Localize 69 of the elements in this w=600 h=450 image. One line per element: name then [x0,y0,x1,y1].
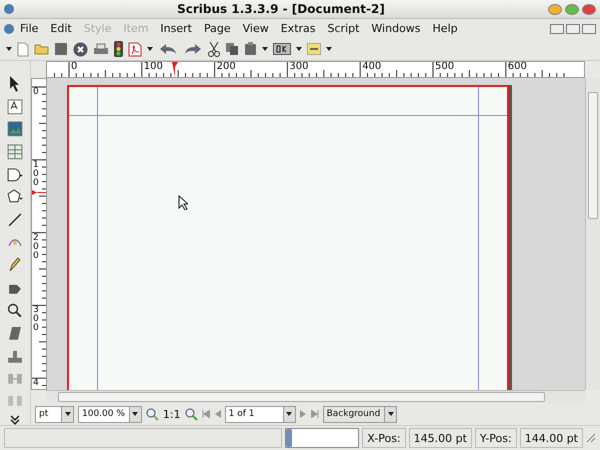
caret-icon[interactable] [262,47,268,51]
x-position-label: X-Pos: [362,428,406,448]
caret-icon [286,412,292,416]
menu-item[interactable]: Script [322,22,366,35]
y-position-value: 144.00 pt [520,428,583,448]
close-icon[interactable] [73,42,88,56]
pdf-icon[interactable] [128,42,142,56]
minimize-button[interactable] [550,24,564,34]
scrollbar-thumb[interactable] [588,92,598,219]
table-icon[interactable] [6,143,24,161]
copy-icon[interactable] [225,42,239,56]
chevron-icon[interactable] [10,415,20,425]
new-document-icon[interactable] [17,42,29,56]
shape-icon[interactable] [6,166,24,184]
folder-icon[interactable] [34,43,49,55]
marker-icon [172,62,178,77]
window-title: Scribus 1.3.3.9 - [Document-2] [177,2,385,16]
actual-size-button[interactable]: 1:1 [162,408,181,420]
ruler-label: 0 [33,88,40,97]
caret-icon[interactable] [326,47,332,51]
close-button[interactable] [582,24,596,34]
menu-item[interactable]: Windows [365,22,427,35]
menu-item[interactable]: Extras [274,22,322,35]
image-frame-icon[interactable] [6,120,24,138]
save-icon[interactable] [54,42,68,56]
undo-icon[interactable] [158,43,178,55]
redo-icon[interactable] [183,43,203,55]
scrollbar[interactable] [46,390,585,403]
scissors-icon[interactable] [208,41,220,57]
ruler-label: 100 [33,160,40,188]
minimize-button[interactable] [548,4,562,14]
menu-item[interactable]: Insert [154,22,198,35]
restore-button[interactable] [566,24,580,34]
caret-icon[interactable] [296,47,302,51]
caret-icon [388,412,394,416]
zoom-in-icon[interactable] [184,408,198,420]
menu-item[interactable]: View [236,22,275,35]
line-icon[interactable] [6,211,24,229]
ruler-label: 4 [33,379,40,388]
resize-grip-icon [586,433,596,443]
ruler-label: 300 [33,306,40,334]
zoom-icon[interactable] [6,302,24,320]
menu-item[interactable]: Help [426,22,464,35]
clipboard-icon[interactable] [244,42,257,56]
traffic-light-icon[interactable] [114,41,123,57]
menu-item[interactable]: Edit [44,22,78,35]
x-position-value: 145.00 pt [408,428,472,448]
unit-dropdown[interactable]: pt [35,406,74,422]
scrollbar[interactable] [585,78,600,390]
page-dropdown[interactable]: 1 of 1 [224,406,296,422]
caret-icon[interactable] [6,47,12,51]
zoom-out-icon[interactable] [146,408,159,420]
caret-icon[interactable] [147,47,153,51]
scrollbar-thumb[interactable] [58,392,545,402]
caret-icon [64,412,70,416]
zoom-field[interactable]: 100.00 % [78,406,142,422]
y-position-label: Y-Pos: [474,428,517,448]
maximize-button[interactable] [564,4,579,14]
menu-item[interactable]: File [14,22,44,35]
menu-item[interactable]: Page [198,22,237,35]
close-button[interactable] [582,4,596,14]
text-frame-icon[interactable] [6,98,24,116]
ok-box-icon[interactable] [273,43,291,55]
ruler-label: 200 [33,234,40,261]
printer-icon[interactable] [93,42,109,56]
caret-icon [132,412,138,416]
layer-dropdown[interactable]: Background [322,406,398,422]
mouse-pointer-icon [178,195,188,210]
marker-icon [32,190,46,195]
